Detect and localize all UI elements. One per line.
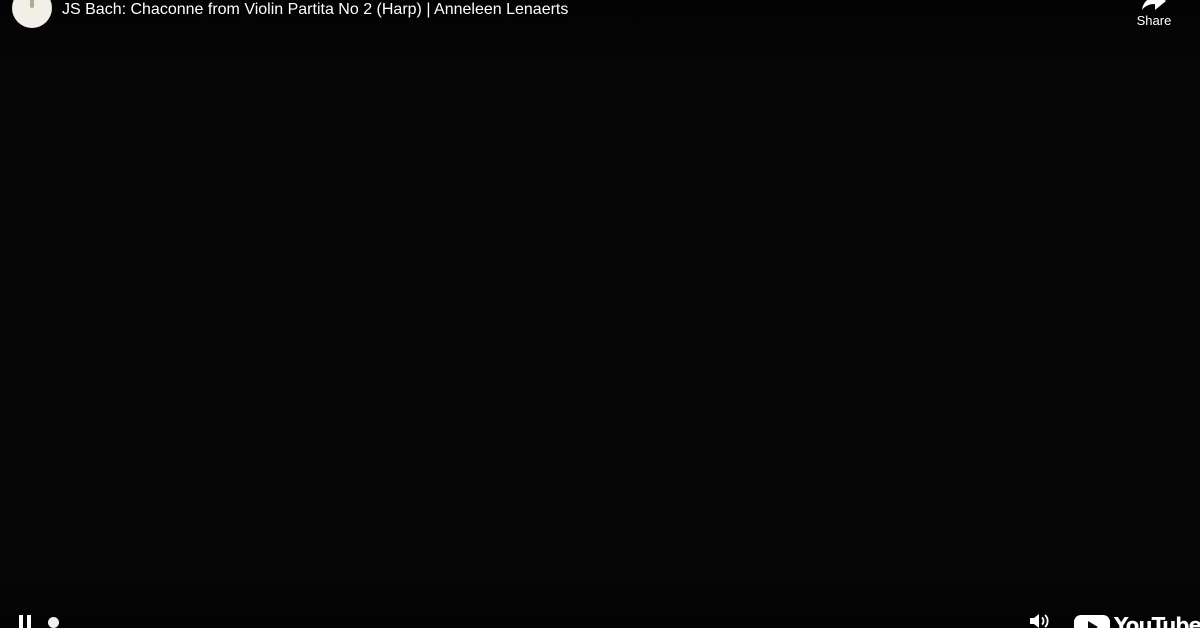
volume-icon <box>1030 614 1049 628</box>
youtube-logo[interactable]: YouTube <box>1074 613 1200 628</box>
live-dot-icon[interactable] <box>48 617 59 628</box>
volume-button[interactable] <box>1029 613 1051 628</box>
share-button[interactable]: Share <box>1126 0 1182 40</box>
share-arrow-icon <box>1142 0 1166 10</box>
pause-icon-bar <box>27 615 31 628</box>
youtube-play-icon <box>1074 615 1110 628</box>
control-bar: YouTube <box>0 608 1200 628</box>
video-title[interactable]: JS Bach: Chaconne from Violin Partita No… <box>62 0 568 20</box>
avatar-figure <box>30 0 34 8</box>
video-player[interactable]: JS Bach: Chaconne from Violin Partita No… <box>0 0 1200 628</box>
pause-button[interactable] <box>16 615 36 628</box>
share-label: Share <box>1136 13 1172 28</box>
youtube-logo-text: YouTube <box>1114 613 1200 628</box>
pause-icon <box>19 615 23 628</box>
